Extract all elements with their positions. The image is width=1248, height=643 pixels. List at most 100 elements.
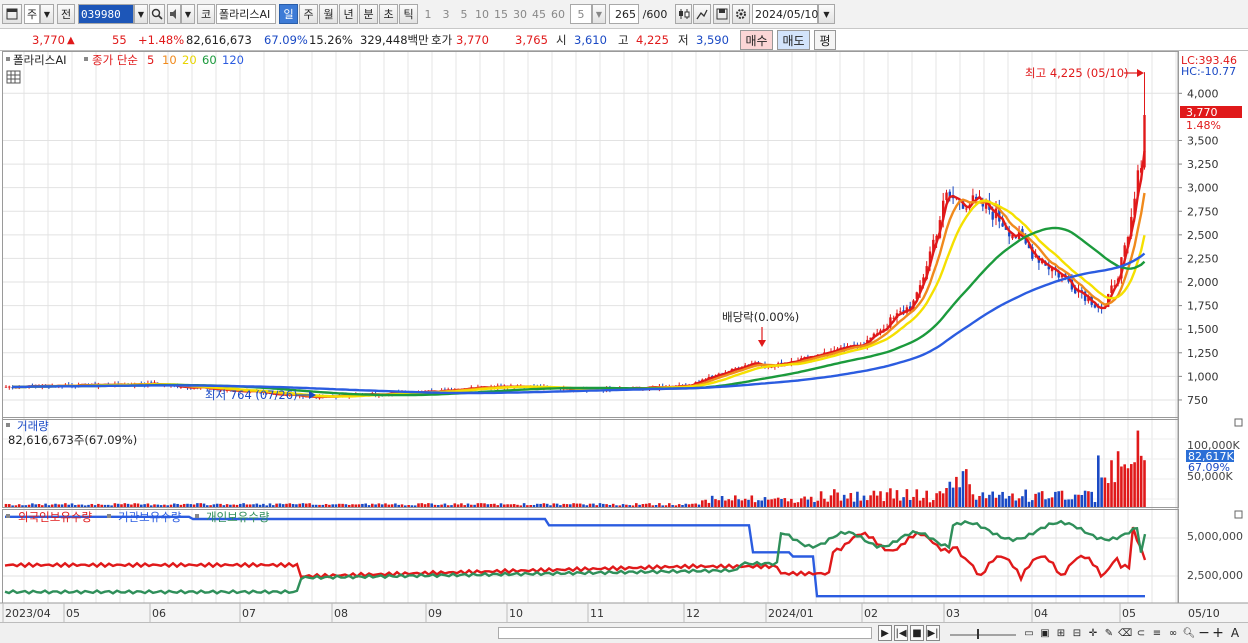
volume-bar: [608, 504, 612, 507]
layers-icon[interactable]: ≡: [1150, 625, 1164, 641]
volume-bar: [710, 495, 714, 507]
market-dropdown-icon[interactable]: ▼: [40, 4, 54, 24]
stock-chart[interactable]: 750 1,000 1,250 1,500 1,750 2,000 2,250 2,500 2,…: [0, 51, 1248, 622]
volume-bar: [278, 503, 282, 507]
interval-30[interactable]: 30: [511, 4, 529, 24]
price-tick-label: 1,750: [1187, 300, 1219, 313]
code-dropdown-icon[interactable]: ▼: [134, 4, 148, 24]
price-tick-label: 3,250: [1187, 158, 1219, 171]
period-month[interactable]: 월: [319, 4, 338, 24]
interval-1[interactable]: 1: [419, 4, 437, 24]
drawing-tool-icon[interactable]: [693, 4, 711, 24]
volume-bar: [536, 503, 539, 507]
period-minute[interactable]: 분: [359, 4, 378, 24]
scroll-end-icon[interactable]: ▶|: [926, 625, 940, 641]
volume-bar: [588, 503, 592, 507]
zoom-slider[interactable]: [948, 625, 1018, 641]
font-size-icon[interactable]: A: [1228, 625, 1242, 641]
interval-60[interactable]: 60: [549, 4, 567, 24]
volume-bar: [446, 505, 450, 507]
candle-type-icon[interactable]: [675, 4, 692, 24]
volume-bar: [783, 498, 787, 507]
panel-close-icon-1[interactable]: [1234, 418, 1243, 427]
volume-bar: [8, 504, 11, 507]
volume-bar: [753, 502, 757, 507]
panel-close-icon-2[interactable]: [1234, 510, 1243, 519]
holdings-institution-label: 기관보유수량: [118, 510, 182, 524]
volume-bar: [77, 504, 80, 507]
volume-bar: [565, 504, 569, 507]
zoom-out-icon[interactable]: −: [1198, 625, 1210, 641]
count-input[interactable]: 265: [609, 4, 639, 24]
eraser-icon[interactable]: ⌫: [1118, 625, 1132, 641]
date-dropdown-icon[interactable]: ▼: [818, 4, 835, 24]
volume-bar: [872, 490, 876, 507]
volume-bar: [407, 504, 410, 507]
dividend-label: 배당락(0.00%): [722, 310, 799, 324]
crosshair-icon[interactable]: ✛: [1086, 625, 1100, 641]
table-icon[interactable]: [6, 70, 21, 84]
mode-button[interactable]: 전: [57, 4, 75, 24]
market-select[interactable]: 주: [24, 4, 40, 24]
magnet-icon[interactable]: ⊂: [1134, 625, 1148, 641]
stop-icon[interactable]: ■: [910, 625, 924, 641]
window-menu-icon[interactable]: [2, 4, 22, 24]
link-icon[interactable]: ∞: [1166, 625, 1180, 641]
volume-bar: [674, 505, 678, 507]
hc-value: HC:-10.77: [1181, 65, 1236, 78]
volume-bar: [11, 505, 14, 507]
view-icon-2[interactable]: ▣: [1038, 625, 1052, 641]
volume-bar: [1103, 477, 1107, 507]
period-tick[interactable]: 틱: [399, 4, 418, 24]
speaker-dropdown-icon[interactable]: ▼: [181, 4, 195, 24]
view-icon-3[interactable]: ⊞: [1054, 625, 1068, 641]
high-price: 4,225: [636, 33, 669, 47]
interval-10[interactable]: 10: [473, 4, 491, 24]
interval-5[interactable]: 5: [455, 4, 473, 24]
magnifier-icon[interactable]: 🔍︎: [1182, 625, 1196, 641]
eval-button[interactable]: 평: [814, 30, 836, 50]
save-icon[interactable]: [713, 4, 730, 24]
volume-bar: [225, 504, 229, 507]
exchange-badge[interactable]: 코: [197, 4, 215, 24]
volume-bar: [631, 505, 635, 507]
search-icon[interactable]: [149, 4, 165, 24]
volume-bar: [618, 505, 622, 507]
view-icon-1[interactable]: ▭: [1022, 625, 1036, 641]
volume-bar: [192, 504, 196, 507]
volume-bar: [232, 504, 235, 507]
date-input[interactable]: 2024/05/10: [752, 4, 818, 24]
interval-15[interactable]: 15: [492, 4, 510, 24]
view-icon-4[interactable]: ⊟: [1070, 625, 1084, 641]
period-second[interactable]: 초: [379, 4, 398, 24]
stock-code-input[interactable]: 039980: [78, 4, 134, 24]
interval-input[interactable]: 5: [570, 4, 592, 24]
volume-bar: [757, 500, 760, 507]
volume-bar: [651, 505, 655, 507]
volume-bar: [93, 505, 97, 507]
volume-bar: [981, 492, 985, 507]
volume-bar: [83, 505, 87, 507]
period-day[interactable]: 일: [279, 4, 298, 24]
volume-bar: [971, 494, 975, 507]
volume-bar: [130, 504, 133, 507]
speaker-icon[interactable]: [167, 4, 181, 24]
period-week[interactable]: 주: [299, 4, 318, 24]
interval-45[interactable]: 45: [530, 4, 548, 24]
volume-bar: [202, 503, 206, 507]
buy-button[interactable]: 매수: [740, 30, 773, 50]
scroll-start-icon[interactable]: |◀: [894, 625, 908, 641]
volume-bar: [100, 504, 103, 507]
volume-bar: [856, 491, 859, 507]
volume-bar: [262, 503, 265, 507]
zoom-in-icon[interactable]: +: [1212, 625, 1224, 641]
pen-icon[interactable]: ✎: [1102, 625, 1116, 641]
period-year[interactable]: 년: [339, 4, 358, 24]
chart-scrollbar[interactable]: [498, 627, 872, 639]
gear-icon[interactable]: [732, 4, 750, 24]
interval-dropdown-icon[interactable]: ▼: [592, 4, 606, 24]
interval-3[interactable]: 3: [437, 4, 455, 24]
volume-bar: [826, 501, 829, 507]
sell-button[interactable]: 매도: [777, 30, 810, 50]
scroll-right-icon[interactable]: ▶: [878, 625, 892, 641]
